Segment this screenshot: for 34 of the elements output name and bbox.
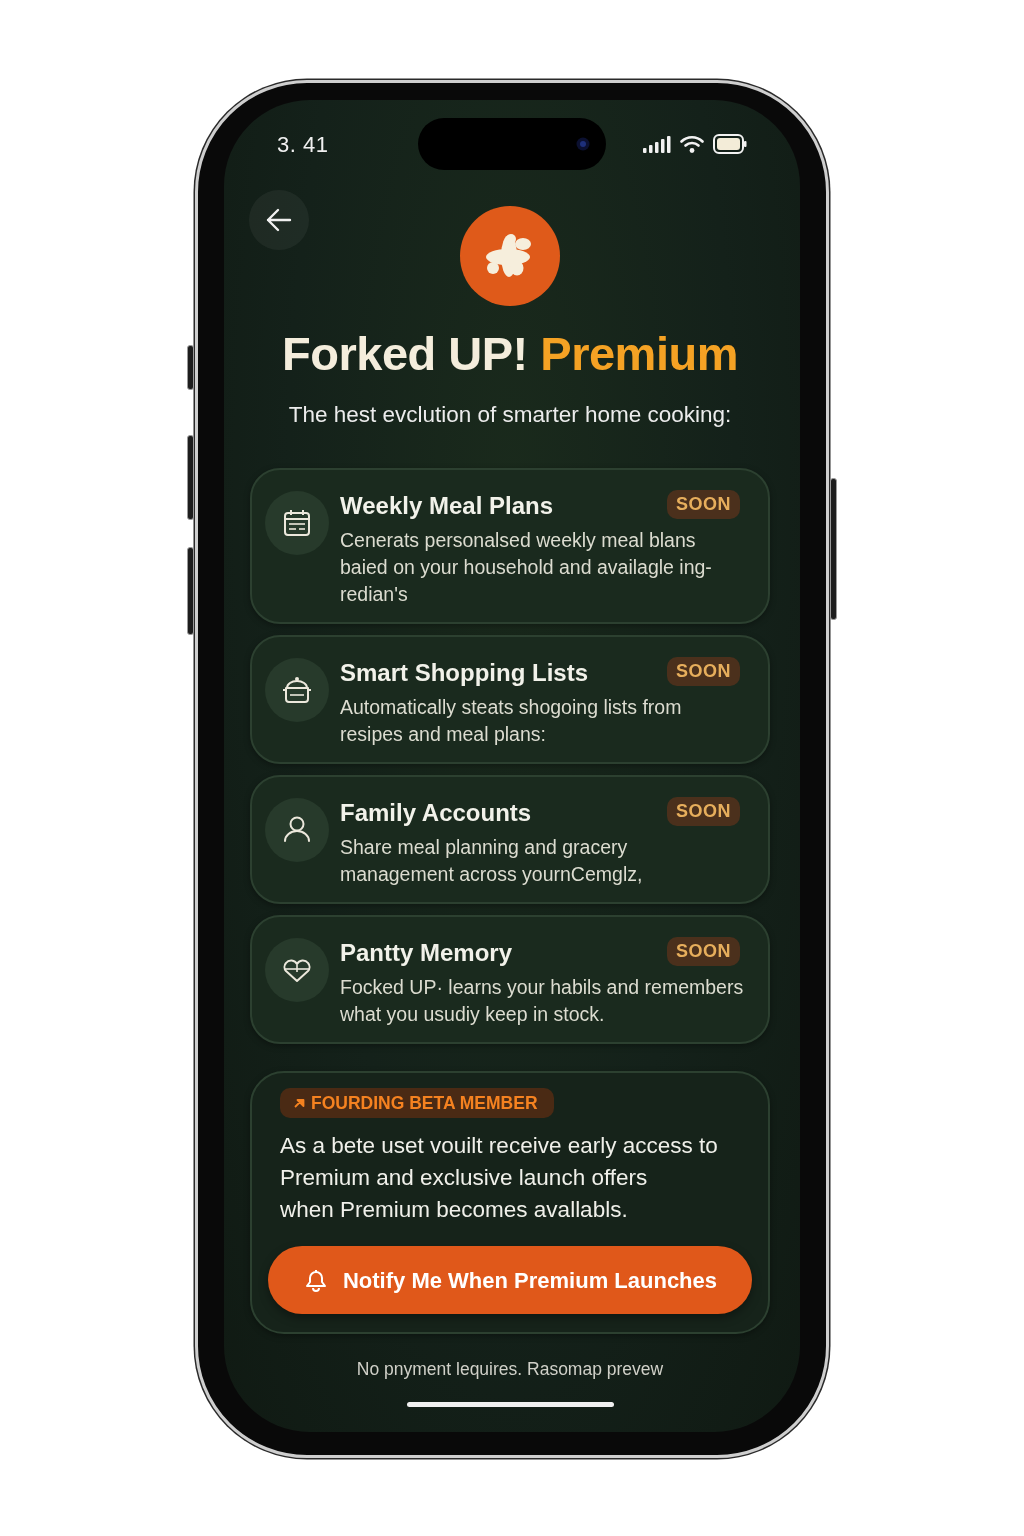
feature-description: Cenerats personalsed weekly meal blans baied on your household and availagle ing- redian's	[340, 528, 713, 608]
feature-title: Smart Shopping Lists	[340, 658, 588, 689]
feature-description: Automatically steats shogoing lists from resipes and meal plans:	[340, 695, 683, 748]
notify-button[interactable]: Notify Me When Premium Launches	[268, 1246, 752, 1315]
calendar-icon	[265, 491, 329, 556]
footer-note: No pnyment lequires. Rasomap prevew	[355, 1358, 665, 1382]
feature-description: Focked UP· learns your habils and remembers what you usudiy keep in stock.	[340, 975, 745, 1028]
coming-soon-tag: SOON	[667, 937, 740, 967]
status-time: 3. 41	[277, 130, 329, 159]
beta-description: As a bete uset vouilt receive early access to Premium and exclusive launch offers when Premium becomes avallabls.	[280, 1132, 719, 1225]
premium-label: Premium	[540, 327, 738, 380]
coming-soon-tag: SOON	[667, 490, 740, 520]
signal-icon	[643, 134, 671, 154]
wifi-icon	[680, 135, 704, 153]
splat-logo-icon	[460, 206, 560, 306]
tagline-text: The hest evclution of smarter home cooking:	[287, 401, 733, 430]
camera-lens-icon	[576, 137, 590, 151]
pot-icon	[265, 658, 329, 723]
feature-description: Share meal planning and gracery management across yournCemglz,	[340, 835, 644, 888]
battery-icon	[713, 134, 747, 154]
side-button[interactable]	[830, 478, 837, 620]
side-button[interactable]	[187, 345, 194, 390]
side-button[interactable]	[187, 435, 194, 520]
arrow-icon	[294, 1098, 306, 1109]
arrow-left-icon	[266, 208, 292, 232]
app-name: Forked UP!	[282, 327, 528, 380]
feature-title: Family Accounts	[340, 798, 532, 829]
side-button[interactable]	[187, 547, 194, 635]
feature-title: Weekly Meal Plans	[340, 491, 553, 522]
beta-member-text: FOURDING BETA MEMBER	[311, 1092, 538, 1116]
coming-soon-tag: SOON	[667, 657, 740, 687]
feature-title: Pantty Memory	[340, 938, 513, 969]
coming-soon-tag: SOON	[667, 797, 740, 827]
person-icon	[265, 798, 329, 863]
